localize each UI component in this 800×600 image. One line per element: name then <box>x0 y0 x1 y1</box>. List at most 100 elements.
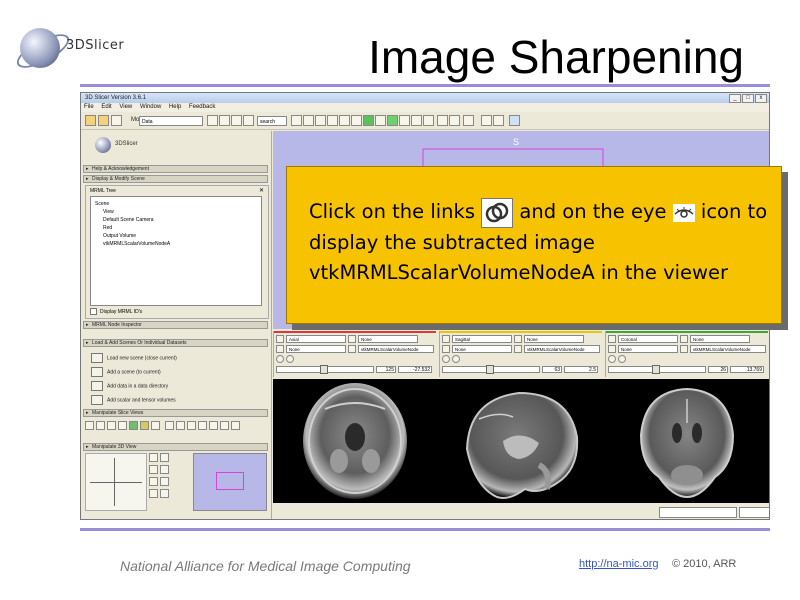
coronal-orientation-select[interactable]: Coronal <box>618 335 678 343</box>
layout-icon-10[interactable] <box>399 115 410 126</box>
view-preset-icon[interactable] <box>160 477 169 486</box>
coronal-slider-thumb[interactable] <box>652 365 660 374</box>
module-selector[interactable]: Data <box>139 116 203 126</box>
slice-tool-icon[interactable] <box>176 421 185 430</box>
layout-icon-2[interactable] <box>303 115 314 126</box>
layout-icon-7[interactable] <box>363 115 374 126</box>
layout-icon-6[interactable] <box>351 115 362 126</box>
layout-icon-4[interactable] <box>327 115 338 126</box>
sagittal-eye-icon[interactable] <box>452 355 460 363</box>
axial-slider-thumb[interactable] <box>320 365 328 374</box>
tree-item[interactable]: Red <box>103 225 112 231</box>
coronal-bg-icon[interactable] <box>680 345 688 353</box>
layout-icon-5[interactable] <box>339 115 350 126</box>
section-display-modify-scene[interactable]: Display & Modify Scene <box>83 175 268 183</box>
coronal-rotate-icon[interactable] <box>608 355 616 363</box>
tree-item[interactable]: vtkMRMLScalarVolumeNodeA <box>103 241 170 247</box>
axial-bg-icon[interactable] <box>348 345 356 353</box>
checkbox-icon[interactable] <box>90 308 97 315</box>
add-data-icon[interactable] <box>98 115 109 126</box>
add-volumes-row[interactable]: Add scalar and tensor volumes <box>91 395 176 405</box>
axial-bg-select[interactable]: vtkMRMLScalarVolumeNode <box>358 345 434 353</box>
sagittal-pin-icon[interactable] <box>442 335 450 343</box>
axial-offset-slider[interactable]: 125 -27.532 <box>276 365 434 374</box>
slice-tool-icon[interactable] <box>209 421 218 430</box>
sagittal-bg-icon[interactable] <box>514 345 522 353</box>
coronal-pin-icon[interactable] <box>608 335 616 343</box>
axial-visibility-icon[interactable] <box>276 345 284 353</box>
add-volume-icon[interactable] <box>91 395 103 405</box>
add-directory-icon[interactable] <box>91 381 103 391</box>
mouse-mode-icon[interactable] <box>481 115 492 126</box>
mrml-tree[interactable]: Scene View Default Scene Camera Red Outp… <box>90 196 262 306</box>
add-scene-icon[interactable] <box>91 367 103 377</box>
sagittal-rotate-icon[interactable] <box>442 355 450 363</box>
slice-tool-icon[interactable] <box>165 421 174 430</box>
view-preset-icon[interactable] <box>160 465 169 474</box>
coronal-fg-select[interactable]: None <box>618 345 678 353</box>
forward-icon[interactable] <box>219 115 230 126</box>
axial-label-select[interactable]: None <box>358 335 418 343</box>
tree-item[interactable]: Default Scene Camera <box>103 217 154 223</box>
sagittal-slice-view[interactable] <box>439 379 602 503</box>
sagittal-bg-select[interactable]: vtkMRMLScalarVolumeNode <box>524 345 600 353</box>
layout-icon-11[interactable] <box>411 115 422 126</box>
sagittal-coord-value[interactable]: 2.5 <box>564 366 598 373</box>
coronal-coord-value[interactable]: 13.769 <box>730 366 764 373</box>
view-preset-icon[interactable] <box>149 489 158 498</box>
home-icon[interactable] <box>243 115 254 126</box>
coronal-bg-select[interactable]: vtkMRMLScalarVolumeNode <box>690 345 766 353</box>
screenshot-icon[interactable] <box>463 115 474 126</box>
close-button[interactable]: x <box>755 94 767 103</box>
menu-view[interactable]: View <box>119 104 132 110</box>
load-scene-icon[interactable] <box>85 115 96 126</box>
footer-link[interactable]: http://na-mic.org <box>579 558 658 570</box>
undo-icon[interactable] <box>437 115 448 126</box>
slice-tool-icon[interactable] <box>140 421 149 430</box>
sagittal-link-icon[interactable] <box>514 335 522 343</box>
sagittal-offset-value[interactable]: 63 <box>542 366 562 373</box>
section-load-add[interactable]: Load & Add Scenes Or Individual Datasets <box>83 339 268 347</box>
slice-tool-icon[interactable] <box>96 421 105 430</box>
sagittal-offset-slider[interactable]: 63 2.5 <box>442 365 600 374</box>
module-list-icon[interactable] <box>231 115 242 126</box>
slice-tool-icon[interactable] <box>220 421 229 430</box>
coronal-label-select[interactable]: None <box>690 335 750 343</box>
3d-view-thumbnail[interactable] <box>193 453 267 511</box>
coronal-slice-view[interactable] <box>605 379 768 503</box>
slice-tool-icon[interactable] <box>85 421 94 430</box>
layout-icon-3[interactable] <box>315 115 326 126</box>
section-help[interactable]: Help & Acknowledgement <box>83 165 268 173</box>
axial-offset-value[interactable]: 125 <box>376 366 396 373</box>
sagittal-slider-thumb[interactable] <box>486 365 494 374</box>
section-manipulate-slice-views[interactable]: Manipulate Slice Views <box>83 409 268 417</box>
place-fiducial-icon[interactable] <box>509 115 520 126</box>
slice-tool-icon[interactable] <box>151 421 160 430</box>
axial-eye-icon[interactable] <box>286 355 294 363</box>
tree-item[interactable]: View <box>103 209 114 215</box>
axial-orientation-select[interactable]: Axial <box>286 335 346 343</box>
tree-item[interactable]: Output Volume <box>103 233 136 239</box>
3d-view-rotation-control[interactable] <box>85 453 147 511</box>
slice-tool-icon[interactable] <box>118 421 127 430</box>
layout-icon-8[interactable] <box>375 115 386 126</box>
layout-icon-12[interactable] <box>423 115 434 126</box>
section-manipulate-3d-view[interactable]: Manipulate 3D View <box>83 443 268 451</box>
search-field[interactable]: search <box>257 116 287 126</box>
menu-window[interactable]: Window <box>140 104 161 110</box>
view-preset-icon[interactable] <box>149 453 158 462</box>
axial-link-icon[interactable] <box>348 335 356 343</box>
maximize-button[interactable]: □ <box>742 94 754 103</box>
view-preset-icon[interactable] <box>160 453 169 462</box>
menu-help[interactable]: Help <box>169 104 181 110</box>
axial-rotate-icon[interactable] <box>276 355 284 363</box>
slice-tool-icon[interactable] <box>198 421 207 430</box>
sagittal-fg-select[interactable]: None <box>452 345 512 353</box>
menu-edit[interactable]: Edit <box>101 104 111 110</box>
add-scene-row[interactable]: Add a scene (to current) <box>91 367 161 377</box>
axial-pin-icon[interactable] <box>276 335 284 343</box>
axial-slice-view[interactable] <box>273 379 436 503</box>
load-new-scene-row[interactable]: Load new scene (close current) <box>91 353 177 363</box>
mouse-mode-menu-icon[interactable] <box>493 115 504 126</box>
layout-icon-9[interactable] <box>387 115 398 126</box>
